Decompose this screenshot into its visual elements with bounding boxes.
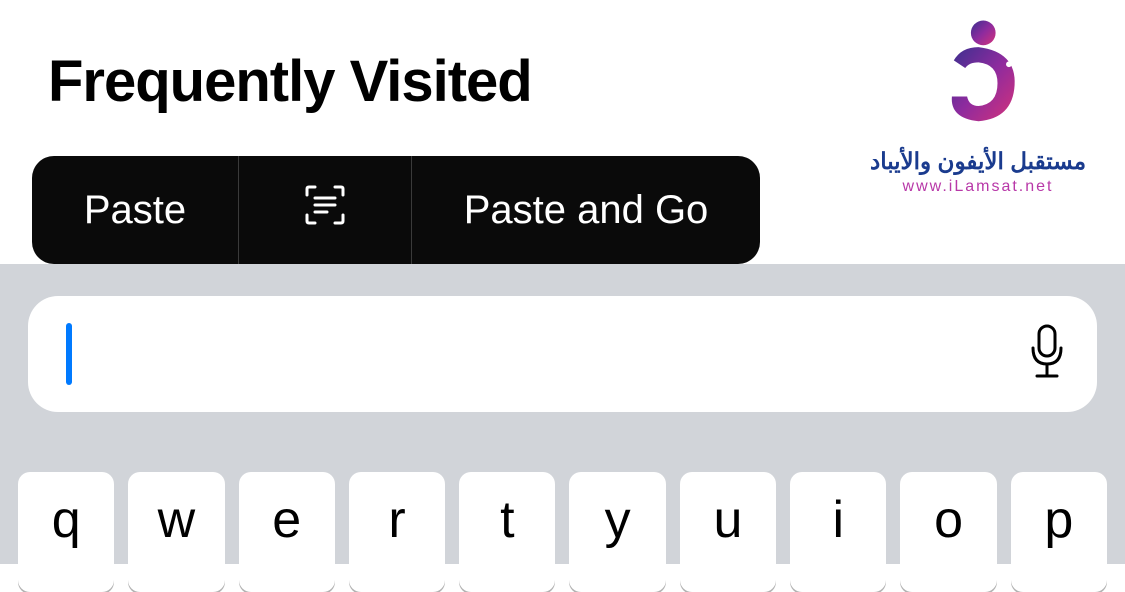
paste-and-go-button[interactable]: Paste and Go bbox=[412, 156, 760, 264]
text-cursor bbox=[66, 323, 72, 385]
key-r[interactable]: r bbox=[349, 472, 445, 592]
watermark-url-text: www.iLamsat.net bbox=[853, 178, 1103, 196]
paste-context-menu: Paste Paste and Go bbox=[32, 156, 760, 264]
key-t[interactable]: t bbox=[459, 472, 555, 592]
ilamsat-logo-icon bbox=[853, 18, 1103, 138]
page-title: Frequently Visited bbox=[48, 48, 532, 115]
scan-text-icon bbox=[303, 183, 347, 237]
microphone-icon bbox=[1027, 367, 1067, 384]
key-q[interactable]: q bbox=[18, 472, 114, 592]
scan-text-button[interactable] bbox=[239, 156, 411, 264]
address-bar-input[interactable] bbox=[28, 296, 1097, 412]
key-i[interactable]: i bbox=[790, 472, 886, 592]
watermark-logo-block: مستقبل الأيفون والأيباد www.iLamsat.net bbox=[853, 18, 1103, 196]
watermark-arabic-text: مستقبل الأيفون والأيباد bbox=[853, 148, 1103, 175]
key-o[interactable]: o bbox=[900, 472, 996, 592]
key-w[interactable]: w bbox=[128, 472, 224, 592]
key-u[interactable]: u bbox=[680, 472, 776, 592]
key-p[interactable]: p bbox=[1011, 472, 1107, 592]
keyboard-area: q w e r t y u i o p bbox=[0, 264, 1125, 564]
microphone-button[interactable] bbox=[1027, 324, 1067, 385]
key-e[interactable]: e bbox=[239, 472, 335, 592]
paste-button[interactable]: Paste bbox=[32, 156, 238, 264]
keyboard-row-1: q w e r t y u i o p bbox=[18, 472, 1107, 592]
key-y[interactable]: y bbox=[569, 472, 665, 592]
